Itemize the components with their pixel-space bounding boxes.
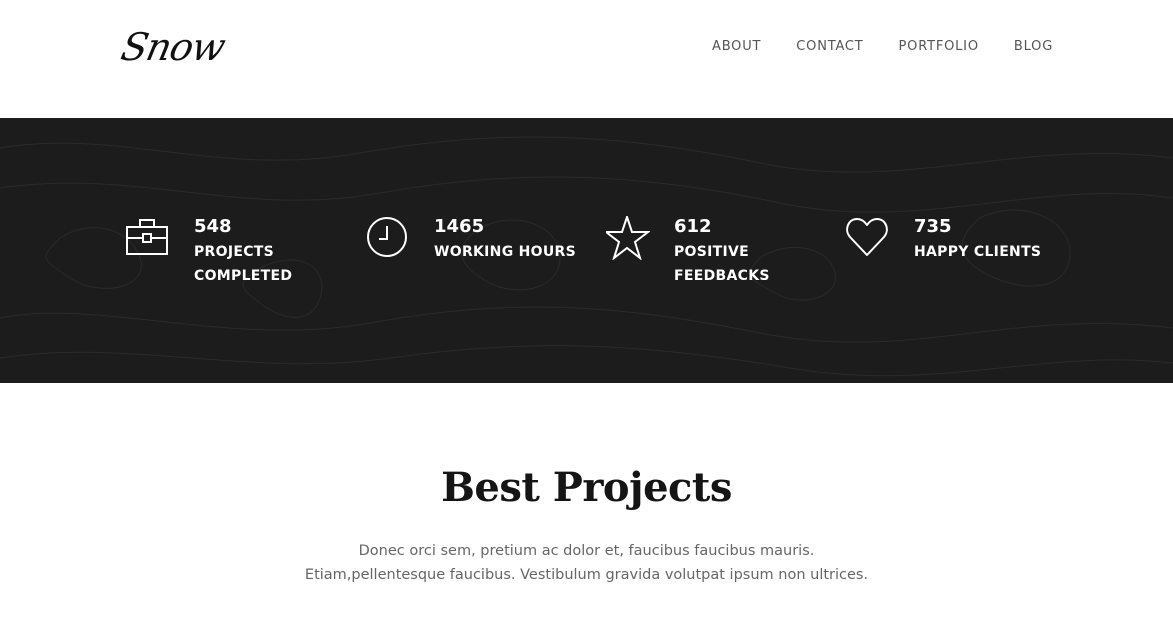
clock-icon xyxy=(367,217,407,257)
stat-number: 612 xyxy=(674,216,712,237)
nav-portfolio[interactable]: PORTFOLIO xyxy=(899,39,979,55)
star-icon xyxy=(606,216,650,260)
stat-number: 1465 xyxy=(434,216,485,237)
stat-label: PROJECTS COMPLETED xyxy=(194,244,293,284)
stat-number: 735 xyxy=(914,216,952,237)
section-description: Donec orci sem, pretium ac dolor et, fau… xyxy=(0,539,1173,587)
stat-label: WORKING HOURS xyxy=(434,244,577,260)
nav-blog[interactable]: BLOG xyxy=(1014,39,1053,55)
stat-number: 548 xyxy=(194,216,232,237)
section-title: Best Projects xyxy=(441,464,732,511)
stats-section: 548 PROJECTS COMPLETED 1465 WORKING HOUR… xyxy=(0,118,1173,383)
briefcase-icon xyxy=(126,219,168,255)
stat-label: HAPPY CLIENTS xyxy=(914,244,1042,260)
description-line: Donec orci sem, pretium ac dolor et, fau… xyxy=(358,543,815,559)
main-nav: ABOUT CONTACT PORTFOLIO BLOG xyxy=(712,39,1053,55)
nav-about[interactable]: ABOUT xyxy=(712,39,761,55)
stat-label: POSITIVE FEEDBACKS xyxy=(674,244,770,284)
best-projects-section: Best Projects Donec orci sem, pretium ac… xyxy=(0,383,1173,635)
logo[interactable]: Snow xyxy=(117,22,230,72)
description-line: Etiam,pellentesque faucibus. Vestibulum … xyxy=(304,567,869,583)
site-header: Snow ABOUT CONTACT PORTFOLIO BLOG xyxy=(0,0,1173,118)
heart-icon xyxy=(846,218,888,256)
nav-contact[interactable]: CONTACT xyxy=(796,39,863,55)
